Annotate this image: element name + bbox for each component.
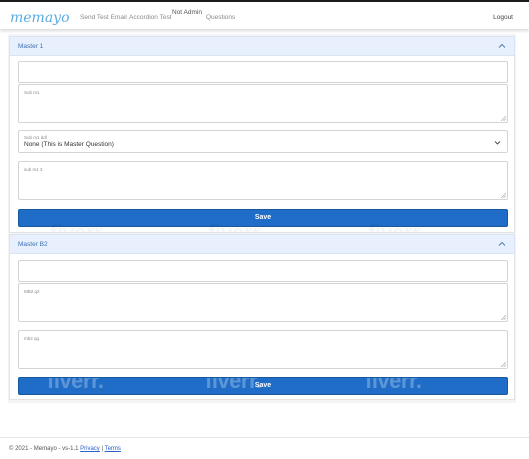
textarea-sub-m1-3[interactable]: sub m1 3 — [18, 161, 508, 200]
chevron-up-icon — [498, 43, 506, 48]
resize-handle-icon[interactable] — [501, 315, 506, 320]
chevron-down-icon — [494, 141, 501, 145]
footer-divider — [0, 437, 529, 438]
resize-handle-icon[interactable] — [501, 362, 506, 367]
text-input-master-1[interactable] — [18, 61, 508, 83]
accordion-body-master-b2: MB2 q2 mb2 qq Save fiverr. fiverr. fiver… — [9, 254, 515, 400]
save-button[interactable]: Save — [18, 209, 508, 227]
field-label: mb2 qq — [24, 336, 40, 341]
field-label: Sub m1 ddl — [24, 135, 47, 140]
watermark: fiverr. — [47, 377, 104, 393]
resize-handle-icon[interactable] — [501, 116, 506, 121]
terms-link[interactable]: Terms — [105, 446, 121, 452]
accordion-body-master-1: fiverr. fiverr. fiverr. Sub m1 Sub m1 dd… — [9, 56, 515, 233]
main-content: Master 1 fiverr. fiverr. fiverr. Sub m1 … — [8, 34, 516, 403]
textarea-mb2-q2[interactable]: MB2 q2 — [18, 283, 508, 322]
watermark: fiverr. — [205, 377, 262, 393]
accordion-title: Master 1 — [18, 43, 44, 50]
resize-handle-icon[interactable] — [501, 193, 506, 198]
privacy-link[interactable]: Privacy — [80, 446, 100, 452]
field-label: Sub m1 — [24, 90, 40, 95]
nav-questions[interactable]: Questions — [206, 14, 235, 21]
accordion-header-master-b2[interactable]: Master B2 — [9, 234, 515, 254]
accordion-title: Master B2 — [18, 241, 48, 248]
footer-copyright: © 2021 - Memayo - vs-1.1 — [9, 446, 79, 452]
select-value: None (This is Master Question) — [24, 141, 114, 148]
memayo-logo[interactable]: memayo — [9, 8, 69, 26]
save-button-label: Save — [254, 382, 272, 389]
logout-link[interactable]: Logout — [493, 14, 513, 21]
watermark: fiverr. — [365, 377, 422, 393]
save-button-label: Save — [254, 214, 272, 221]
field-label: MB2 q2 — [24, 289, 40, 294]
nav-send-test-email[interactable]: Send Test Email — [80, 14, 127, 21]
logo-text: memayo — [10, 10, 69, 26]
select-sub-m1-ddl[interactable]: Sub m1 ddl None (This is Master Question… — [18, 130, 508, 153]
accordion-header-master-1[interactable]: Master 1 — [9, 36, 515, 56]
footer: © 2021 - Memayo - vs-1.1 Privacy | Terms — [9, 446, 121, 452]
nav-accordion-test[interactable]: Accordion Test — [129, 14, 172, 21]
footer-separator: | — [101, 446, 104, 452]
chevron-up-icon — [498, 241, 506, 246]
save-button[interactable]: Save fiverr. fiverr. fiverr. — [18, 377, 508, 395]
top-navbar: memayo Send Test Email Accordion Test No… — [0, 0, 529, 29]
nav-not-admin[interactable]: Not Admin — [172, 9, 202, 16]
text-input-master-b2[interactable] — [18, 260, 508, 282]
textarea-mb2-qq[interactable]: mb2 qq — [18, 330, 508, 369]
field-label: sub m1 3 — [24, 167, 43, 172]
textarea-sub-m1[interactable]: Sub m1 — [18, 84, 508, 123]
